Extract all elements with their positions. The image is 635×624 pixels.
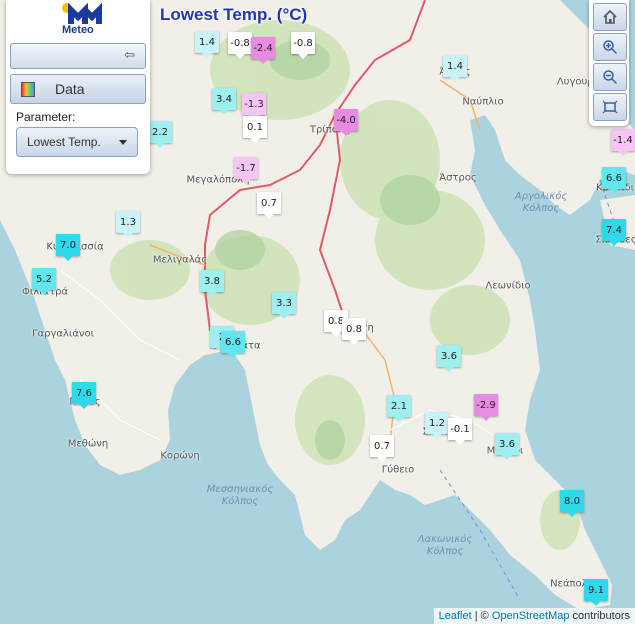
- place-label: Κορώνη: [160, 450, 200, 462]
- temperature-marker[interactable]: -1.7: [234, 157, 258, 184]
- temperature-marker[interactable]: 3.6: [437, 345, 461, 372]
- temperature-marker[interactable]: 0.7: [257, 192, 281, 219]
- sea-label: Μεσσηνιακός Κόλπος: [206, 484, 274, 507]
- temperature-marker[interactable]: 1.4: [195, 31, 219, 58]
- osm-link[interactable]: OpenStreetMap: [492, 610, 570, 622]
- place-label: Ναύπλιο: [462, 96, 504, 108]
- temperature-marker[interactable]: -0.8: [291, 32, 315, 59]
- temperature-marker[interactable]: 0.8: [342, 318, 366, 345]
- temperature-marker[interactable]: -0.8: [228, 32, 252, 59]
- data-button[interactable]: Data: [10, 74, 146, 104]
- attribution-suffix: contributors: [569, 610, 630, 622]
- sea-label: Λακωνικός Κόλπος: [417, 534, 473, 557]
- temperature-marker[interactable]: 3.6: [495, 433, 519, 460]
- home-icon: [603, 9, 617, 24]
- temperature-marker[interactable]: 7.0: [56, 234, 80, 261]
- place-label: Μεθώνη: [67, 438, 109, 450]
- zoom-in-button[interactable]: [593, 33, 627, 61]
- temperature-marker[interactable]: 7.6: [72, 382, 96, 409]
- temperature-marker[interactable]: 2.2: [148, 121, 172, 148]
- place-label: Μελιγαλάς: [152, 254, 208, 266]
- data-button-label: Data: [55, 81, 85, 97]
- parameter-select[interactable]: Lowest Temp.: [16, 127, 138, 157]
- temperature-marker[interactable]: 9.1: [584, 579, 608, 606]
- map-title: Lowest Temp. (°C): [160, 5, 308, 24]
- temperature-marker[interactable]: 2.1: [387, 395, 411, 422]
- temperature-marker[interactable]: 5.2: [32, 268, 56, 295]
- attribution-separator: | ©: [471, 610, 492, 622]
- left-arrow-icon: ⇦: [124, 47, 135, 62]
- temperature-marker[interactable]: 3.3: [272, 292, 296, 319]
- chevron-down-icon: [119, 140, 127, 145]
- temperature-marker[interactable]: 1.3: [116, 211, 140, 238]
- place-label: Γαργαλιάνοι: [31, 328, 95, 340]
- collapse-panel-button[interactable]: ⇦: [10, 43, 146, 69]
- logo-text: Meteo: [62, 24, 94, 36]
- temperature-marker[interactable]: -0.1: [448, 418, 472, 445]
- place-label: Άστρος: [439, 172, 477, 184]
- temperature-marker[interactable]: -2.4: [251, 37, 275, 64]
- temperature-marker[interactable]: 1.2: [425, 412, 449, 439]
- leaflet-link[interactable]: Leaflet: [439, 610, 472, 622]
- control-panel: Meteo ⇦ Data Parameter: Lowest Temp.: [6, 0, 150, 174]
- temperature-marker[interactable]: -4.0: [334, 109, 358, 136]
- zoom-out-button[interactable]: [593, 63, 627, 91]
- parameter-label: Parameter:: [16, 110, 76, 124]
- attribution: Leaflet | © OpenStreetMap contributors: [433, 608, 635, 624]
- sea-label: Αργολικός Κόλπος: [514, 191, 568, 214]
- home-button[interactable]: [593, 3, 627, 31]
- place-label: Λεωνίδιο: [485, 280, 531, 292]
- place-label: Γύθειο: [381, 464, 415, 476]
- full-extent-button[interactable]: [593, 93, 627, 121]
- palette-icon: [21, 82, 35, 97]
- temperature-marker[interactable]: -1.4: [611, 129, 635, 156]
- temperature-marker[interactable]: 6.6: [602, 167, 626, 194]
- temperature-marker[interactable]: 1.4: [443, 55, 467, 82]
- temperature-marker[interactable]: 0.1: [243, 116, 267, 143]
- temperature-marker[interactable]: 6.6: [221, 331, 245, 358]
- temperature-marker[interactable]: -1.3: [242, 93, 266, 120]
- temperature-marker[interactable]: 7.4: [602, 219, 626, 246]
- map-controls: [589, 0, 629, 126]
- temperature-marker[interactable]: 3.8: [200, 270, 224, 297]
- temperature-marker[interactable]: 0.7: [370, 435, 394, 462]
- zoom-in-icon: [603, 40, 618, 55]
- parameter-select-value: Lowest Temp.: [27, 135, 101, 149]
- temperature-marker[interactable]: 3.4: [212, 88, 236, 115]
- temperature-marker[interactable]: 8.0: [560, 490, 584, 517]
- temperature-marker[interactable]: -2.9: [474, 394, 498, 421]
- extent-icon: [602, 100, 618, 114]
- zoom-out-icon: [603, 70, 618, 85]
